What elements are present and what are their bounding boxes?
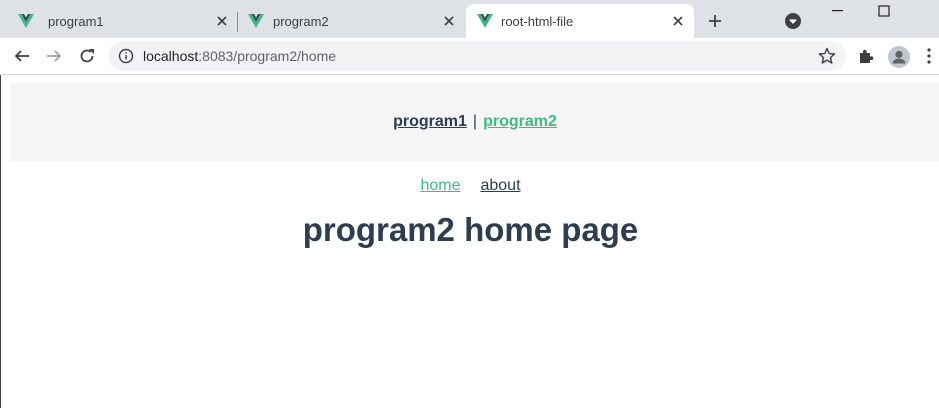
program2-link[interactable]: program2 xyxy=(483,113,557,131)
program1-link[interactable]: program1 xyxy=(393,113,467,131)
minimize-icon[interactable] xyxy=(815,0,861,22)
close-icon[interactable] xyxy=(440,12,458,30)
browser-toolbar: localhost:8083/program2/home xyxy=(0,38,939,75)
more-vertical-icon[interactable] xyxy=(924,47,934,65)
tab-title: program2 xyxy=(273,14,329,29)
tab-program1[interactable]: program1 xyxy=(4,4,236,38)
tab-strip: program1 program2 root-html-file xyxy=(0,0,939,38)
tab-program2[interactable]: program2 xyxy=(234,4,466,38)
page-heading: program2 home page xyxy=(302,211,639,248)
url-text[interactable]: localhost:8083/program2/home xyxy=(143,48,336,64)
home-link[interactable]: home xyxy=(420,177,460,195)
about-link[interactable]: about xyxy=(480,177,520,195)
back-arrow-icon[interactable] xyxy=(10,44,34,68)
maximize-icon[interactable] xyxy=(861,0,907,22)
vue-logo-icon xyxy=(248,14,264,28)
reload-icon[interactable] xyxy=(75,44,99,68)
sub-nav: home about xyxy=(1,175,939,197)
url-path: :8083/program2/home xyxy=(198,48,337,64)
address-bar[interactable]: localhost:8083/program2/home xyxy=(108,41,846,71)
nav-separator: | xyxy=(472,113,478,130)
tab-title: program1 xyxy=(48,14,104,29)
star-icon[interactable] xyxy=(818,47,836,65)
url-host: localhost xyxy=(143,48,199,64)
plus-icon[interactable] xyxy=(704,10,726,32)
tab-search-icon[interactable] xyxy=(784,12,802,30)
root-nav: program1 | program2 xyxy=(10,83,939,161)
close-icon[interactable] xyxy=(213,12,231,30)
close-icon[interactable] xyxy=(669,12,687,30)
forward-arrow-icon[interactable] xyxy=(42,44,66,68)
tab-title: root-html-file xyxy=(501,14,574,29)
tab-root-html-file[interactable]: root-html-file xyxy=(466,4,694,38)
vue-logo-icon xyxy=(477,14,493,28)
avatar-icon[interactable] xyxy=(888,46,910,68)
puzzle-icon[interactable] xyxy=(857,47,875,65)
info-icon[interactable] xyxy=(118,48,134,64)
vue-logo-icon xyxy=(18,14,34,28)
page-viewport: program1 | program2 home about program2 … xyxy=(0,75,939,408)
